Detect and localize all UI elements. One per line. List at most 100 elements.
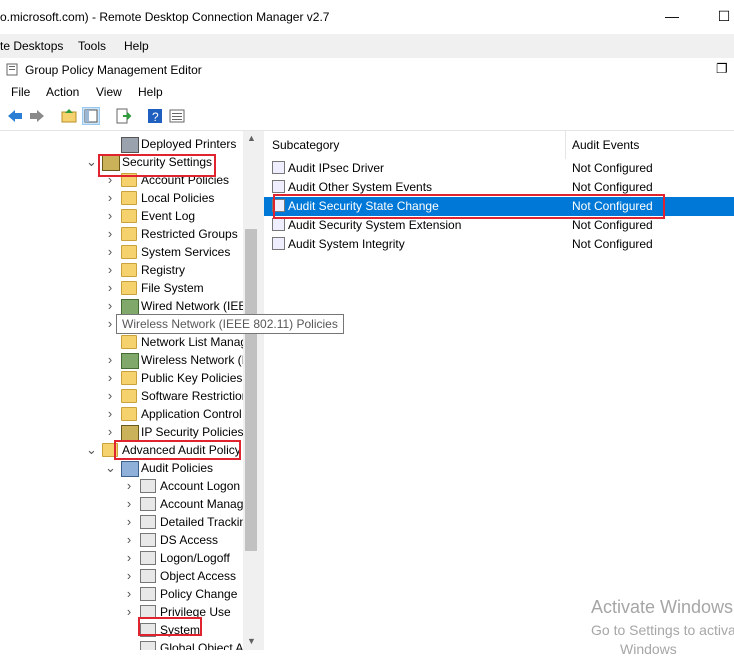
subcategory-cell: Audit Security System Extension [288, 218, 462, 232]
tree-item[interactable]: › Account Manag [0, 495, 243, 513]
chevron-right-icon[interactable]: › [105, 243, 115, 261]
chevron-down-icon[interactable]: ⌄ [86, 153, 97, 171]
tree-item-label: Local Policies [141, 191, 215, 205]
no-expander [105, 135, 115, 153]
chevron-right-icon[interactable]: › [105, 207, 115, 225]
menu-help-gpme[interactable]: Help [138, 85, 163, 99]
chevron-right-icon[interactable]: › [105, 405, 115, 423]
forward-arrow-icon[interactable] [28, 107, 46, 125]
up-folder-icon[interactable] [60, 107, 78, 125]
menu-file[interactable]: File [11, 85, 30, 99]
toolbar: ? [0, 102, 734, 131]
chevron-right-icon[interactable]: › [105, 261, 115, 279]
chevron-right-icon[interactable]: › [105, 351, 115, 369]
tree-item[interactable]: System [0, 621, 243, 639]
tree-item-label: Wired Network (IEEE 80 [141, 299, 259, 313]
tree-item-label: Application Control Po [141, 407, 259, 421]
audit-setting-icon [272, 199, 285, 212]
tree-item-label: Logon/Logoff [160, 551, 230, 565]
column-header-audit-events[interactable]: Audit Events [566, 131, 734, 159]
list-row[interactable]: Audit Other System Events Not Configured [264, 178, 734, 197]
chevron-right-icon[interactable]: › [124, 531, 134, 549]
maximize-button[interactable]: ☐ [716, 8, 732, 24]
folder-icon [121, 335, 137, 349]
column-header-subcategory[interactable]: Subcategory [264, 131, 566, 159]
tree-scrollbar-thumb[interactable] [245, 229, 257, 551]
tree-item[interactable]: › Policy Change [0, 585, 243, 603]
tree-item[interactable]: › Wired Network (IEEE 80 [0, 297, 259, 315]
minimize-button[interactable]: — [664, 8, 680, 24]
chevron-right-icon[interactable]: › [105, 387, 115, 405]
restore-button[interactable]: ❐ [716, 61, 728, 77]
tree-item[interactable]: › Account Logon [0, 477, 243, 495]
folder-icon [121, 281, 137, 295]
tree-item[interactable]: › File System [0, 279, 243, 297]
properties-icon[interactable] [168, 107, 186, 125]
tree-item-label: Restricted Groups [141, 227, 238, 241]
chevron-down-icon[interactable]: ⌄ [86, 441, 97, 459]
chevron-right-icon[interactable]: › [105, 369, 115, 387]
chevron-down-icon[interactable]: ⌄ [105, 459, 116, 477]
tree-item[interactable]: › Detailed Trackin [0, 513, 246, 531]
list-row[interactable]: Audit IPsec Driver Not Configured [264, 159, 734, 178]
tree-item[interactable]: › Registry [0, 261, 243, 279]
audit-setting-icon [272, 180, 285, 193]
menu-tools[interactable]: Tools [78, 39, 106, 53]
chevron-right-icon[interactable]: › [105, 189, 115, 207]
tree-item[interactable]: › Event Log [0, 207, 243, 225]
menu-view[interactable]: View [96, 85, 122, 99]
list-row[interactable]: Audit Security State Change Not Configure… [264, 197, 734, 216]
menu-help[interactable]: Help [124, 39, 149, 53]
tree-item[interactable]: › Wireless Network (IEEE [0, 351, 259, 369]
tree-item[interactable]: ⌄ Security Settings [0, 153, 243, 171]
chevron-right-icon[interactable]: › [105, 315, 115, 333]
chevron-right-icon[interactable]: › [105, 297, 115, 315]
menu-action[interactable]: Action [46, 85, 79, 99]
tree-item[interactable]: › Software Restriction Po [0, 387, 259, 405]
tree-item[interactable]: Network List Manager [0, 333, 258, 351]
chevron-right-icon[interactable]: › [124, 567, 134, 585]
chevron-right-icon[interactable]: › [124, 477, 134, 495]
folder-icon [121, 389, 137, 403]
tree-item-label: Account Policies [141, 173, 230, 187]
tree-item[interactable]: › System Services [0, 243, 243, 261]
chevron-right-icon[interactable]: › [124, 495, 134, 513]
tree-item[interactable]: › Account Policies [0, 171, 243, 189]
chevron-right-icon[interactable]: › [105, 279, 115, 297]
audit-events-cell: Not Configured [572, 218, 653, 232]
tree-item-label: Deployed Printers [141, 137, 237, 151]
tree-item[interactable]: › Object Access [0, 567, 243, 585]
list-row[interactable]: Audit System Integrity Not Configured [264, 235, 734, 254]
tree-item[interactable]: ⌄ Advanced Audit Policy [0, 441, 243, 459]
help-icon[interactable]: ? [146, 107, 164, 125]
tree-item[interactable]: ⌄ Audit Policies [0, 459, 243, 477]
chevron-right-icon[interactable]: › [105, 423, 115, 441]
chevron-right-icon[interactable]: › [105, 171, 115, 189]
chevron-right-icon[interactable]: › [105, 225, 115, 243]
tree-item[interactable]: Global Object A [0, 639, 243, 650]
back-arrow-icon[interactable] [6, 107, 24, 125]
tree-item[interactable]: Deployed Printers [0, 135, 243, 153]
menu-remote-desktops[interactable]: te Desktops [0, 39, 63, 53]
tree-item[interactable]: › Restricted Groups [0, 225, 243, 243]
show-hide-tree-icon[interactable] [82, 107, 100, 125]
chevron-right-icon[interactable]: › [124, 585, 134, 603]
tree-item[interactable]: › Public Key Policies [0, 369, 243, 387]
tree-item[interactable]: › DS Access [0, 531, 243, 549]
tree-item[interactable]: › Privilege Use [0, 603, 243, 621]
tree-item[interactable]: › IP Security Policies on [0, 423, 259, 441]
list-row[interactable]: Audit Security System Extension Not Confi… [264, 216, 734, 235]
audit-events-cell: Not Configured [572, 237, 653, 251]
chevron-right-icon[interactable]: › [124, 549, 134, 567]
scroll-up-icon[interactable]: ▲ [247, 133, 256, 143]
scroll-down-icon[interactable]: ▼ [247, 636, 256, 646]
chevron-right-icon[interactable]: › [124, 603, 134, 621]
folder-icon [102, 443, 118, 457]
tree-pane[interactable]: Deployed Printers ⌄ Security Settings › Acco… [0, 131, 259, 650]
export-list-icon[interactable] [114, 107, 132, 125]
tree-item[interactable]: › Local Policies [0, 189, 243, 207]
no-expander [124, 639, 134, 650]
chevron-right-icon[interactable]: › [124, 513, 134, 531]
tree-item[interactable]: › Application Control Po [0, 405, 259, 423]
tree-item[interactable]: › Logon/Logoff [0, 549, 243, 567]
